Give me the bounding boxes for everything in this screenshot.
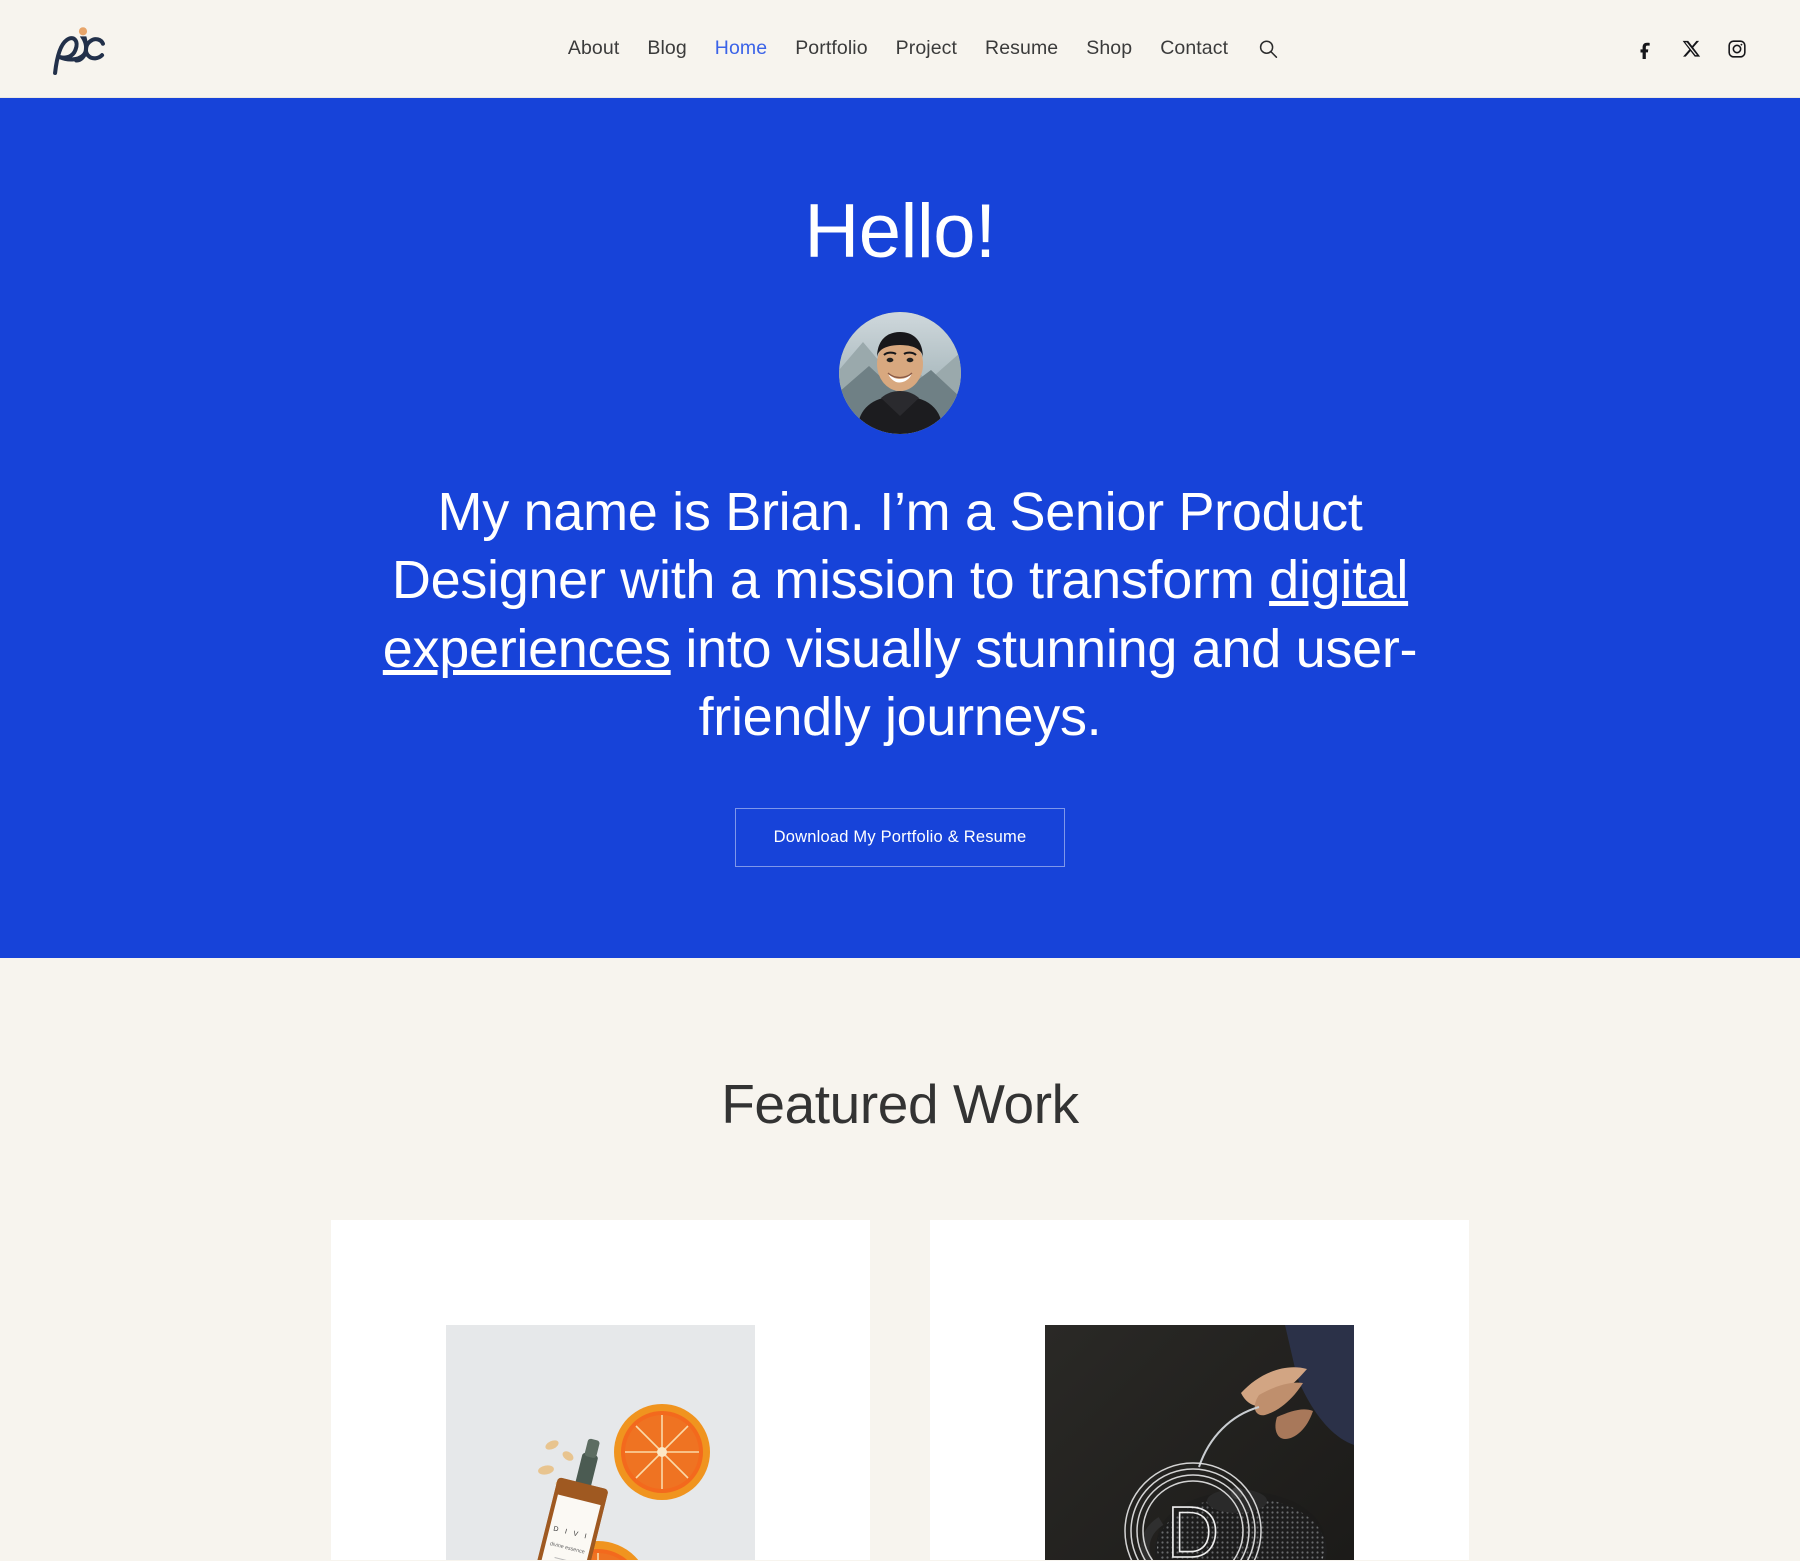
pc-monogram-logo — [53, 26, 105, 75]
nav-item-contact[interactable]: Contact — [1146, 38, 1242, 59]
featured-work-cards: D I V I divine essence D — [0, 1220, 1800, 1560]
hero-intro-part2: into visually stunning and user-friendly… — [670, 618, 1418, 748]
search-toggle-button[interactable] — [1242, 39, 1286, 59]
card-media: D I V I divine essence — [446, 1325, 755, 1560]
nav-item-shop[interactable]: Shop — [1072, 38, 1146, 59]
social-links — [1634, 38, 1760, 60]
nav-item-about[interactable]: About — [554, 38, 633, 59]
main-navigation: About Blog Home Portfolio Project Resume… — [0, 0, 1800, 97]
divi-serum-photo: D I V I divine essence — [446, 1325, 755, 1560]
x-twitter-link[interactable] — [1680, 38, 1702, 60]
nav-item-blog[interactable]: Blog — [633, 38, 700, 59]
site-header: About Blog Home Portfolio Project Resume… — [0, 0, 1800, 98]
instagram-icon — [1728, 39, 1746, 58]
hero-section: Hello! My name is Brian. I’m a Senior Pr… — [0, 98, 1800, 958]
instagram-link[interactable] — [1726, 38, 1748, 60]
search-icon — [1259, 39, 1278, 58]
x-twitter-icon — [1682, 40, 1700, 57]
hero-intro-part1: My name is Brian. I’m a Senior Product D… — [391, 481, 1363, 611]
divi-d-logo-letter: D — [1167, 1493, 1219, 1560]
avatar-photo — [839, 311, 961, 434]
featured-card-tea-pour[interactable]: D — [930, 1220, 1469, 1560]
avatar — [839, 311, 961, 434]
featured-work-section: Featured Work D I V I divine essence D — [0, 958, 1800, 1560]
nav-item-project[interactable]: Project — [882, 38, 971, 59]
facebook-icon — [1640, 42, 1650, 59]
hero-title: Hello! — [804, 189, 996, 274]
card-media: D — [1045, 1325, 1354, 1560]
nav-item-home[interactable]: Home — [701, 38, 781, 59]
tea-pour-photo: D — [1045, 1325, 1354, 1560]
facebook-link[interactable] — [1634, 38, 1656, 60]
download-portfolio-button[interactable]: Download My Portfolio & Resume — [734, 807, 1066, 867]
featured-work-title: Featured Work — [721, 1073, 1079, 1135]
site-logo[interactable] — [48, 14, 118, 84]
nav-item-portfolio[interactable]: Portfolio — [781, 38, 881, 59]
nav-item-resume[interactable]: Resume — [971, 38, 1072, 59]
hero-intro-text: My name is Brian. I’m a Senior Product D… — [340, 478, 1460, 752]
featured-card-divi-serum[interactable]: D I V I divine essence — [331, 1220, 870, 1560]
